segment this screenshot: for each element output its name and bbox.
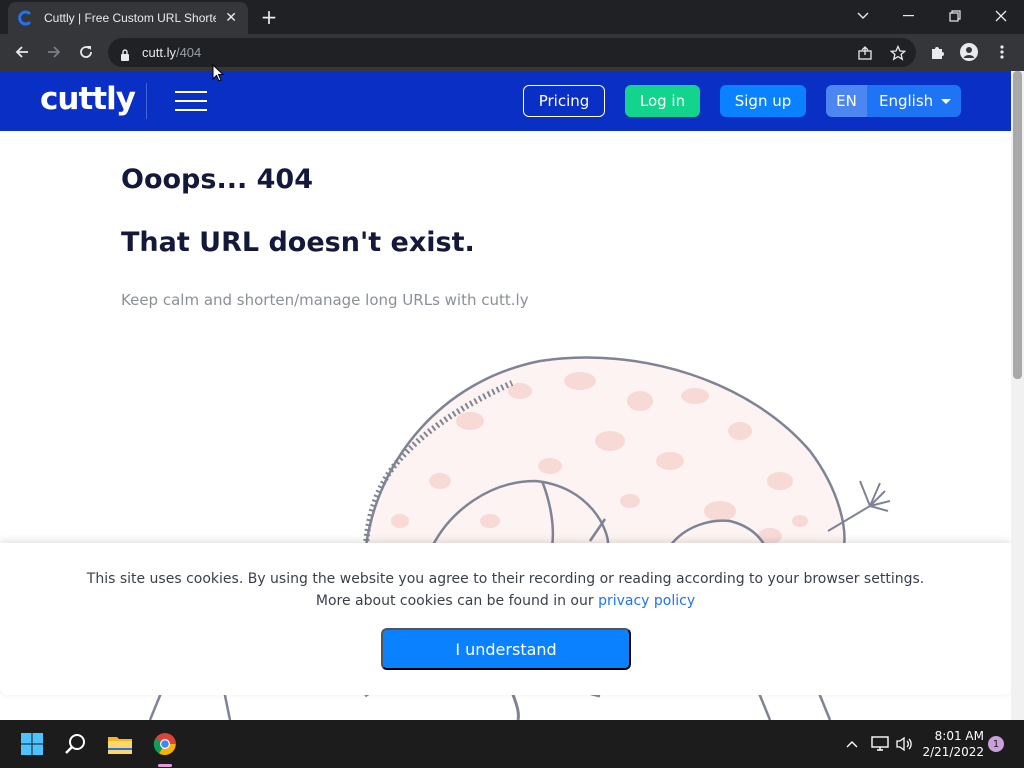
back-button[interactable] (9, 39, 35, 65)
clock-date: 2/21/2022 (922, 745, 984, 759)
site-header: cuttly Pricing Log in Sign up EN English (0, 71, 1011, 131)
language-code: EN (826, 85, 867, 117)
tab-title: Cuttly | Free Custom URL Shortener (44, 11, 217, 25)
chrome-icon[interactable] (149, 728, 181, 760)
system-clock[interactable]: 8:01 AM 2/21/2022 (922, 728, 984, 760)
windows-start-icon[interactable] (16, 728, 48, 760)
hamburger-menu-icon[interactable] (175, 89, 207, 113)
page-scrollbar[interactable] (1011, 71, 1024, 720)
scrollbar-thumb[interactable] (1013, 71, 1022, 379)
cuttly-favicon-icon (18, 10, 34, 26)
restore-button[interactable] (932, 0, 978, 32)
privacy-policy-link[interactable]: privacy policy (598, 593, 695, 609)
tab-search-chevron-icon[interactable] (840, 0, 886, 32)
notification-badge[interactable]: 1 (988, 736, 1004, 752)
error-title: Ooops... 404 (121, 164, 313, 195)
url-host: cutt.ly (142, 45, 176, 60)
header-divider (146, 83, 147, 119)
forward-button[interactable] (41, 39, 67, 65)
language-select[interactable]: EN English (826, 85, 961, 117)
error-subtitle: Keep calm and shorten/manage long URLs w… (121, 291, 529, 309)
cuttly-logo[interactable]: cuttly (40, 81, 136, 117)
page-viewport: cuttly Pricing Log in Sign up EN English… (0, 71, 1024, 720)
cookie-text-more: More about cookies can be found in our p… (0, 593, 1011, 609)
language-label: English (879, 92, 934, 110)
address-bar[interactable]: cutt.ly/404 (108, 38, 916, 67)
close-window-button[interactable] (978, 0, 1024, 32)
file-explorer-icon[interactable] (104, 728, 136, 760)
login-button[interactable]: Log in (625, 85, 700, 117)
minimize-button[interactable] (886, 0, 932, 32)
network-icon[interactable] (870, 734, 890, 754)
caret-down-icon (941, 98, 952, 104)
browser-tab[interactable]: Cuttly | Free Custom URL Shortener ✕ (8, 2, 248, 34)
share-icon[interactable] (856, 44, 874, 62)
cookie-text: This site uses cookies. By using the web… (86, 571, 925, 587)
mouse-cursor-icon (212, 64, 224, 82)
pricing-button[interactable]: Pricing (523, 85, 605, 117)
volume-icon[interactable] (894, 734, 914, 754)
windows-taskbar: 8:01 AM 2/21/2022 1 (0, 720, 1024, 768)
tab-close-icon[interactable]: ✕ (224, 10, 238, 26)
cookie-banner: This site uses cookies. By using the web… (0, 543, 1011, 695)
extensions-puzzle-icon[interactable] (927, 42, 947, 62)
clock-time: 8:01 AM (934, 729, 984, 743)
browser-tabstrip: Cuttly | Free Custom URL Shortener ✕ + (0, 0, 1024, 34)
tray-chevron-up-icon[interactable] (842, 734, 862, 754)
url-path: /404 (175, 45, 202, 60)
language-name: English (867, 85, 961, 117)
lock-icon[interactable] (120, 46, 130, 65)
search-icon[interactable] (60, 728, 92, 760)
url-text[interactable]: cutt.ly/404 (142, 45, 201, 60)
browser-menu-icon[interactable] (992, 42, 1012, 62)
new-tab-button[interactable]: + (258, 6, 280, 28)
active-app-indicator (158, 764, 172, 767)
profile-avatar-icon[interactable] (959, 42, 979, 62)
reload-button[interactable] (73, 39, 99, 65)
i-understand-button[interactable]: I understand (381, 628, 631, 670)
cookie-more-prefix: More about cookies can be found in our (315, 593, 599, 609)
signup-button[interactable]: Sign up (720, 85, 806, 117)
error-heading: That URL doesn't exist. (121, 227, 475, 258)
browser-toolbar: cutt.ly/404 (0, 34, 1024, 71)
bookmark-star-icon[interactable] (889, 44, 907, 62)
